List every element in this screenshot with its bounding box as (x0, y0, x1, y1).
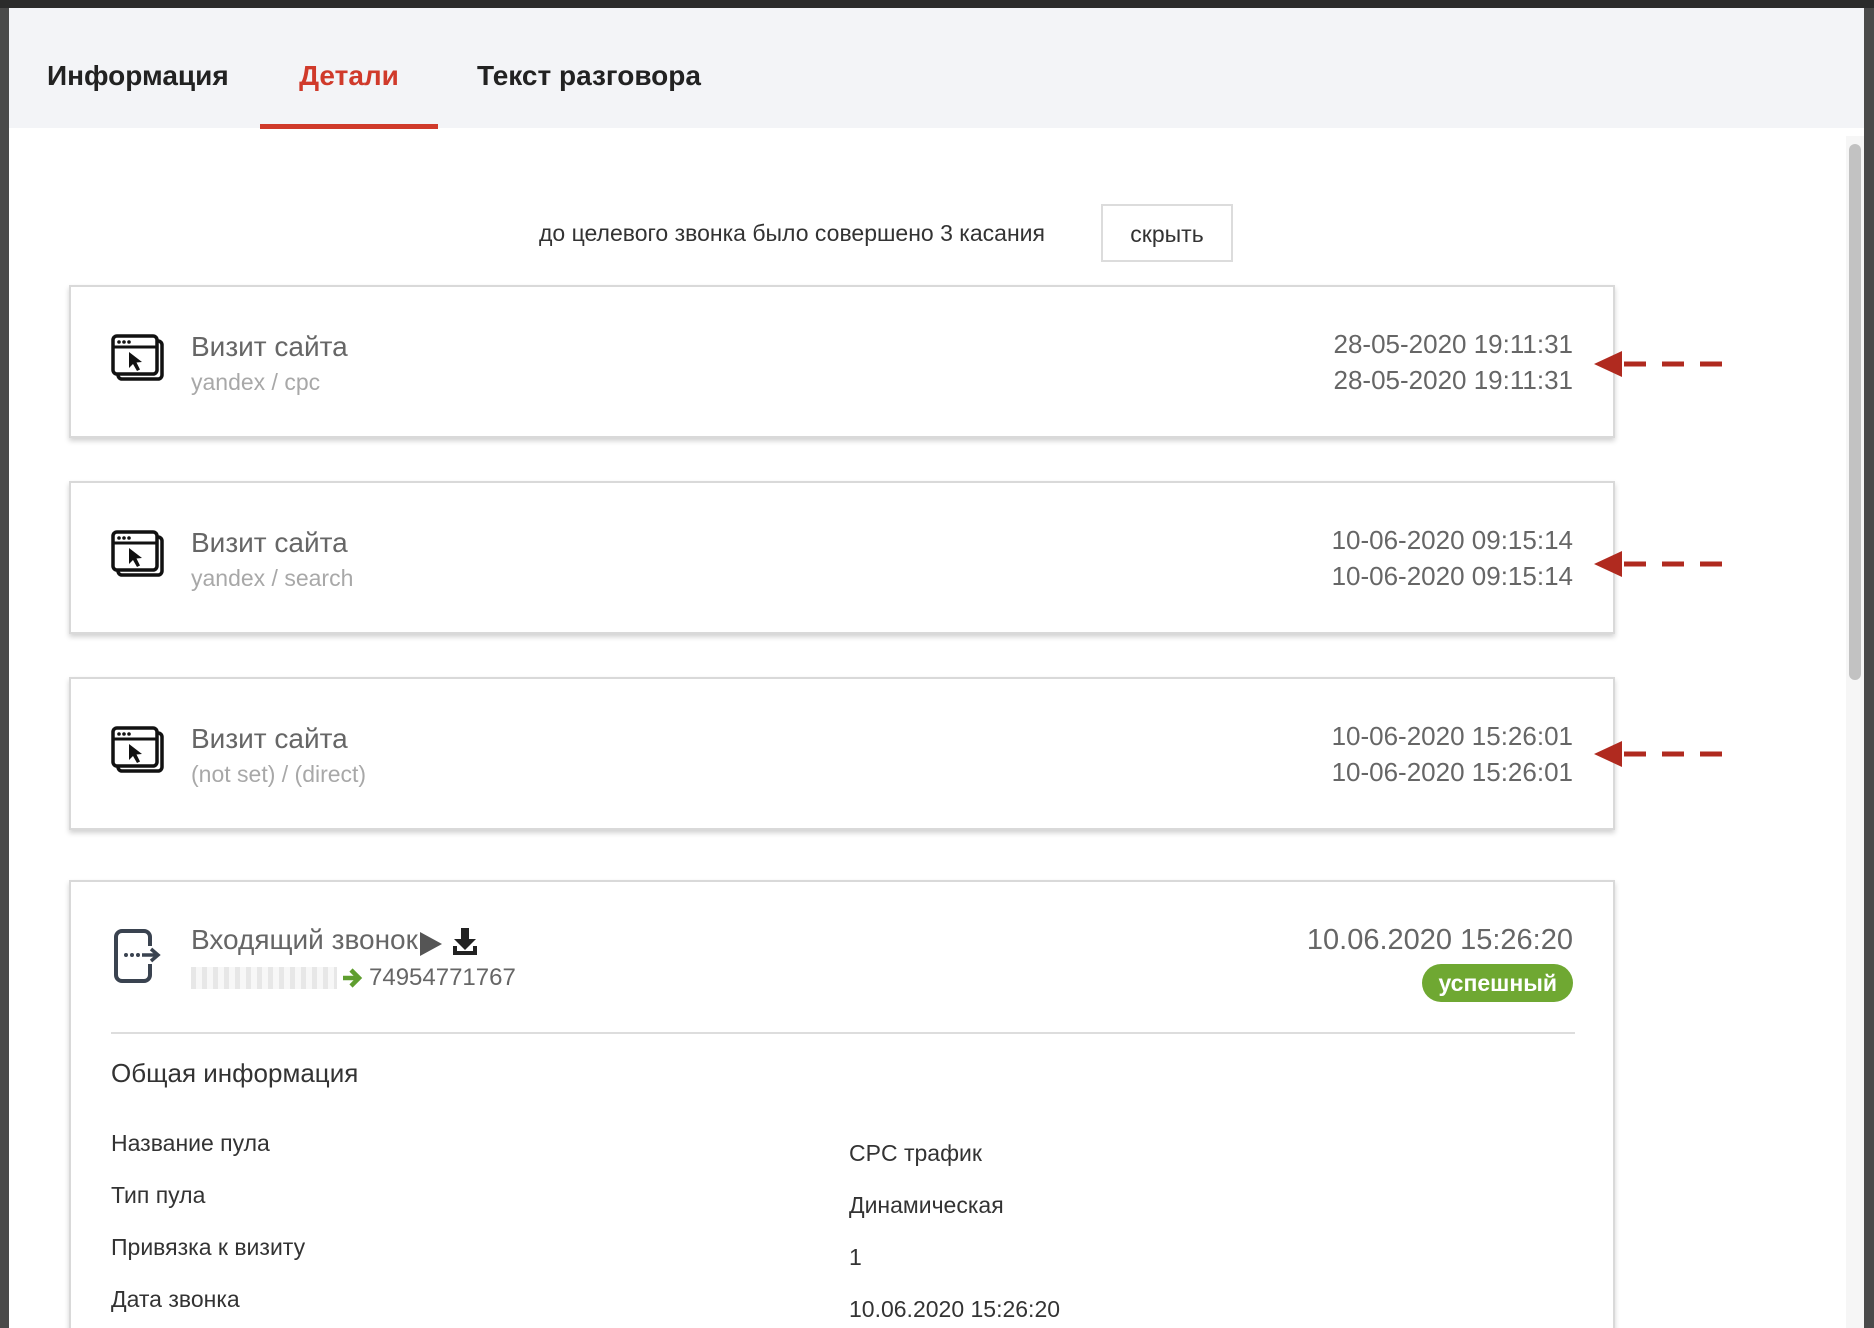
touchpoints-summary: до целевого звонка было совершено 3 каса… (539, 220, 1045, 246)
section-title: Общая информация (111, 1058, 359, 1088)
scrollbar-thumb[interactable] (1849, 144, 1861, 680)
visit-date-start: 28-05-2020 19:11:31 (1333, 329, 1574, 359)
window-left-edge (0, 8, 9, 1328)
details-window: Информация Детали Текст разговора до цел… (9, 8, 1864, 1328)
annotation-arrow-icon (1594, 741, 1722, 767)
browser-click-icon (111, 334, 164, 381)
annotation-arrow-icon (1594, 551, 1722, 577)
window-top-edge (0, 0, 1874, 8)
tab-details[interactable]: Детали (260, 8, 438, 128)
visit-card: Визит сайта (not set) / (direct) 10-06-2… (69, 677, 1615, 830)
info-label-pool-name: Название пула (111, 1130, 270, 1156)
divider (111, 1032, 1575, 1034)
visit-date-end: 10-06-2020 09:15:14 (1331, 561, 1573, 591)
visit-date-start: 10-06-2020 15:26:01 (1331, 721, 1573, 751)
window-right-edge (1864, 8, 1874, 1328)
visit-date-end: 28-05-2020 19:11:31 (1333, 365, 1574, 395)
browser-click-icon (111, 726, 164, 773)
info-label-call-date: Дата звонка (111, 1286, 240, 1312)
info-label-pool-type: Тип пула (111, 1182, 206, 1208)
info-label-visit-binding: Привязка к визиту (111, 1234, 306, 1260)
caller-number-masked (191, 967, 337, 989)
call-date: 10.06.2020 15:26:20 (1306, 924, 1573, 956)
info-value-visit-binding: 1 (849, 1244, 862, 1270)
tab-conversation-text[interactable]: Текст разговора (477, 8, 701, 128)
visit-card: Визит сайта yandex / cpc 28-05-2020 19:1… (69, 285, 1615, 438)
visit-source: (not set) / (direct) (191, 761, 367, 787)
annotation-arrow-icon (1594, 351, 1722, 377)
call-title: Входящий звонок (191, 924, 418, 955)
arrow-right-icon (343, 968, 363, 988)
info-value-call-date: 10.06.2020 15:26:20 (849, 1296, 1061, 1322)
incoming-call-icon (114, 929, 161, 983)
callee-number: 74954771767 (369, 964, 516, 991)
visit-source: yandex / search (191, 565, 354, 591)
browser-click-icon (111, 530, 164, 577)
status-badge: успешный (1422, 964, 1573, 1002)
tab-bar: Информация Детали Текст разговора (9, 8, 1864, 129)
visit-date-start: 10-06-2020 09:15:14 (1331, 525, 1573, 555)
play-icon[interactable] (418, 930, 444, 958)
active-tab-indicator (260, 124, 438, 129)
visit-source: yandex / cpc (191, 369, 321, 395)
visit-title: Визит сайта (191, 527, 348, 558)
visit-card: Визит сайта yandex / search 10-06-2020 0… (69, 481, 1615, 634)
tab-information[interactable]: Информация (47, 8, 229, 128)
visit-title: Визит сайта (191, 331, 348, 362)
visit-title: Визит сайта (191, 723, 348, 754)
hide-button[interactable]: скрыть (1101, 204, 1233, 262)
visit-date-end: 10-06-2020 15:26:01 (1331, 757, 1573, 787)
info-value-pool-type: Динамическая (849, 1192, 1004, 1218)
info-value-pool-name: CPC трафик (849, 1140, 982, 1166)
download-icon[interactable] (451, 927, 479, 957)
call-card: Входящий звонок 74954771767 10.06.2020 1… (69, 880, 1615, 1328)
